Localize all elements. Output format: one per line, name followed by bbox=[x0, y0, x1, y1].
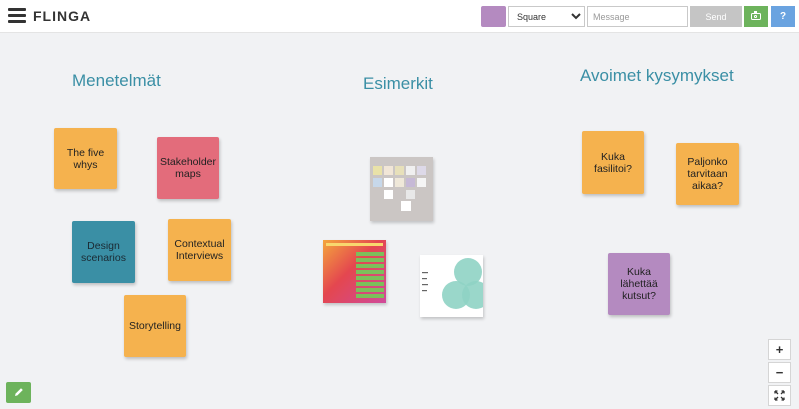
camera-button[interactable] bbox=[744, 6, 768, 27]
sticky-note[interactable]: Paljonko tarvitaan aikaa? bbox=[676, 143, 739, 205]
note-text: Design scenarios bbox=[81, 240, 126, 264]
zoom-in-button[interactable]: + bbox=[768, 339, 791, 360]
top-bar: FLINGA Square Send ? bbox=[0, 0, 799, 33]
note-text: The five whys bbox=[66, 146, 105, 171]
sticky-note[interactable]: Contextual Interviews bbox=[168, 219, 231, 281]
shape-select[interactable]: Square bbox=[508, 6, 585, 27]
example-image-colorful-table[interactable] bbox=[323, 240, 386, 303]
pencil-icon bbox=[15, 388, 23, 396]
sticky-note[interactable]: Design scenarios bbox=[72, 221, 135, 283]
column-heading-menetelmat: Menetelmät bbox=[72, 71, 161, 90]
image-content bbox=[370, 157, 433, 221]
note-text: Storytelling bbox=[129, 320, 181, 332]
note-text: Contextual Interviews bbox=[174, 238, 225, 262]
send-button[interactable]: Send bbox=[690, 6, 742, 27]
zoom-out-button[interactable]: − bbox=[768, 362, 791, 383]
image-content bbox=[323, 240, 386, 303]
app-logo: FLINGA bbox=[33, 8, 92, 24]
fit-screen-icon bbox=[774, 390, 785, 401]
note-text: Stakeholder maps bbox=[159, 156, 217, 180]
edit-button[interactable] bbox=[6, 382, 31, 403]
note-text: Kuka lähettää kutsut? bbox=[620, 266, 658, 302]
example-image-venn-diagram[interactable] bbox=[420, 255, 483, 317]
sticky-note[interactable]: Kuka fasilitoi? bbox=[582, 131, 644, 194]
sticky-note[interactable]: The five whys bbox=[54, 128, 117, 189]
camera-icon bbox=[751, 11, 761, 20]
column-heading-avoimet-kysymykset: Avoimet kysymykset bbox=[580, 66, 734, 85]
column-heading-esimerkit: Esimerkit bbox=[363, 74, 433, 93]
help-button[interactable]: ? bbox=[771, 6, 795, 27]
fit-screen-button[interactable] bbox=[768, 385, 791, 406]
image-content bbox=[420, 255, 483, 317]
example-image-board-screenshot[interactable] bbox=[370, 157, 433, 221]
sticky-note[interactable]: Stakeholder maps bbox=[157, 137, 219, 199]
hamburger-menu-icon[interactable] bbox=[8, 8, 26, 24]
message-input[interactable] bbox=[587, 6, 688, 27]
note-text: Paljonko tarvitaan aikaa? bbox=[687, 156, 728, 192]
sticky-note[interactable]: Storytelling bbox=[124, 295, 186, 357]
sticky-note[interactable]: Kuka lähettää kutsut? bbox=[608, 253, 670, 315]
color-picker-button[interactable] bbox=[481, 6, 506, 27]
note-text: Kuka fasilitoi? bbox=[594, 150, 632, 175]
